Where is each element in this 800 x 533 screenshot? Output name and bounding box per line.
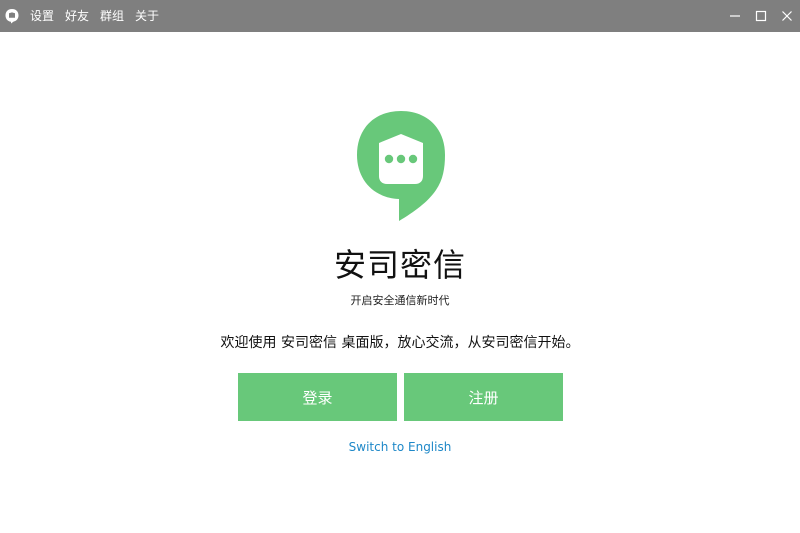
- welcome-message: 欢迎使用 安司密信 桌面版，放心交流，从安司密信开始。: [220, 335, 580, 351]
- switch-language-link[interactable]: Switch to English: [0, 440, 800, 454]
- menu-item-groups[interactable]: 群组: [100, 0, 124, 32]
- app-slogan: 开启安全通信新时代: [350, 294, 450, 307]
- window-controls: [722, 0, 800, 32]
- register-button[interactable]: 注册: [404, 373, 563, 421]
- menu-item-friends[interactable]: 好友: [65, 0, 89, 32]
- welcome-screen: 安司密信 开启安全通信新时代 欢迎使用 安司密信 桌面版，放心交流，从安司密信开…: [0, 32, 800, 533]
- login-button[interactable]: 登录: [238, 373, 397, 421]
- minimize-icon: [730, 15, 740, 17]
- maximize-icon: [755, 10, 767, 22]
- app-logo-icon: [5, 9, 19, 24]
- minimize-button[interactable]: [722, 0, 748, 32]
- menu-item-about[interactable]: 关于: [135, 0, 159, 32]
- menu-bar: 设置 好友 群组 关于: [30, 0, 170, 32]
- menu-item-settings[interactable]: 设置: [30, 0, 54, 32]
- app-name: 安司密信: [333, 246, 466, 284]
- app-logo: [357, 111, 445, 221]
- maximize-button[interactable]: [748, 0, 774, 32]
- close-icon: [782, 11, 792, 21]
- title-bar: 设置 好友 群组 关于: [0, 0, 800, 32]
- close-button[interactable]: [774, 0, 800, 32]
